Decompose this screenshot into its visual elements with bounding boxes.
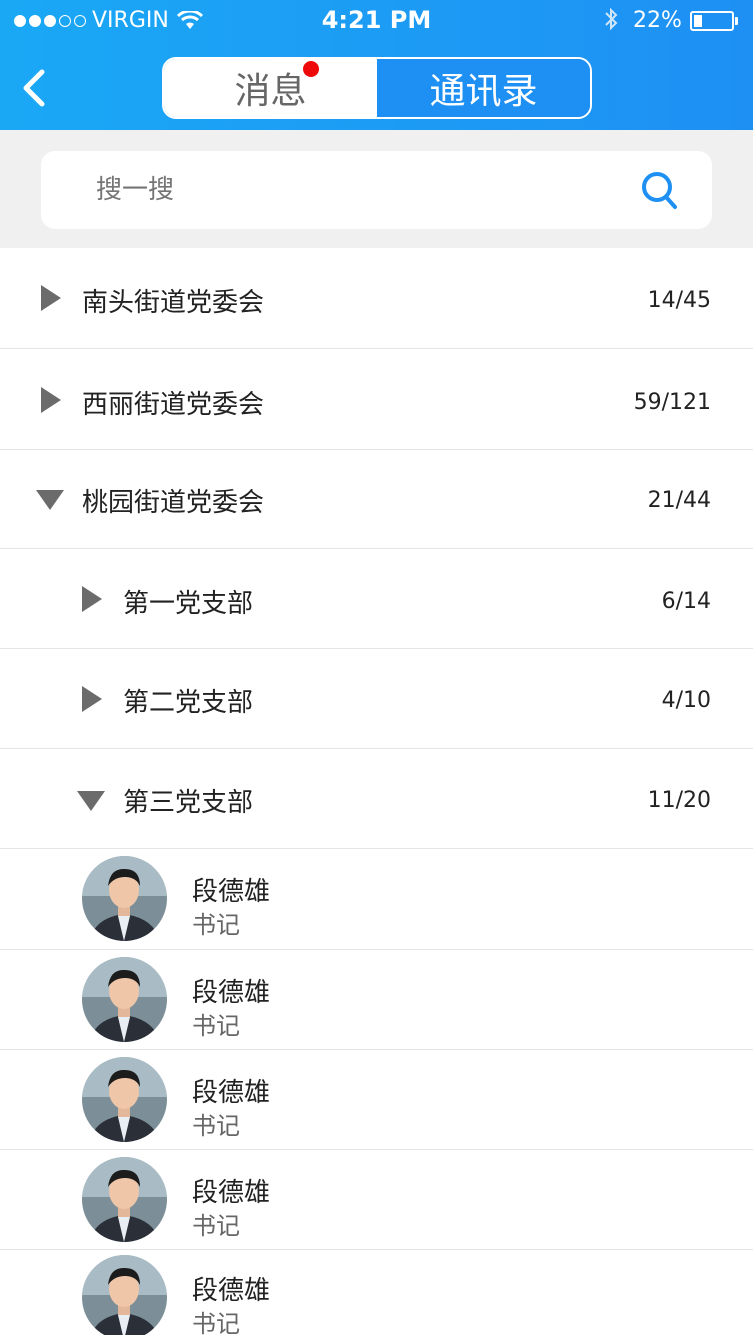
avatar[interactable] <box>82 1255 167 1335</box>
person-avatar-icon <box>82 1157 167 1242</box>
caret-right-icon <box>41 387 61 413</box>
member-name: 段德雄 <box>192 1178 271 1208</box>
branch-row[interactable]: 第一党支部 6/14 <box>0 549 753 649</box>
member-row[interactable]: 段德雄 书记 <box>0 1150 753 1250</box>
branch-count: 4/10 <box>661 688 711 713</box>
group-count: 59/121 <box>633 390 711 415</box>
caret-right-icon <box>82 586 102 612</box>
group-row[interactable]: 桃园街道党委会 21/44 <box>0 450 753 549</box>
avatar[interactable] <box>82 1057 167 1142</box>
branch-count: 6/14 <box>661 589 711 614</box>
search-box <box>41 151 712 229</box>
member-role: 书记 <box>192 1012 240 1040</box>
battery-icon <box>690 11 734 31</box>
contacts-list: 南头街道党委会 14/45 西丽街道党委会 59/121 桃园街道党委会 21/… <box>0 248 753 1335</box>
person-avatar-icon <box>82 856 167 941</box>
branch-count: 11/20 <box>647 788 711 813</box>
branch-title: 第二党支部 <box>123 688 254 718</box>
member-row[interactable]: 段德雄 书记 <box>0 1050 753 1150</box>
bluetooth-icon <box>605 7 618 31</box>
caret-right-icon <box>41 285 61 311</box>
avatar[interactable] <box>82 1157 167 1242</box>
branch-row[interactable]: 第二党支部 4/10 <box>0 649 753 749</box>
branch-row[interactable]: 第三党支部 11/20 <box>0 749 753 849</box>
group-title: 南头街道党委会 <box>82 288 265 318</box>
member-name: 段德雄 <box>192 1078 271 1108</box>
member-name: 段德雄 <box>192 1276 271 1306</box>
tab-contacts[interactable]: 通讯录 <box>377 59 590 117</box>
group-count: 14/45 <box>647 288 711 313</box>
member-row[interactable]: 段德雄 书记 <box>0 950 753 1050</box>
group-title: 西丽街道党委会 <box>82 390 265 420</box>
app-header: VIRGIN 4:21 PM 22% 消息 通讯录 <box>0 0 753 130</box>
search-input[interactable] <box>96 151 616 229</box>
unread-badge <box>303 61 319 77</box>
member-name: 段德雄 <box>192 978 271 1008</box>
person-avatar-icon <box>82 1057 167 1142</box>
search-section <box>0 130 753 248</box>
member-role: 书记 <box>192 1310 240 1335</box>
group-row[interactable]: 西丽街道党委会 59/121 <box>0 349 753 450</box>
caret-down-icon <box>36 490 64 510</box>
member-role: 书记 <box>192 911 240 939</box>
battery-percent: 22% <box>633 8 682 33</box>
avatar[interactable] <box>82 957 167 1042</box>
person-avatar-icon <box>82 1255 167 1335</box>
group-count: 21/44 <box>647 488 711 513</box>
group-title: 桃园街道党委会 <box>82 488 265 518</box>
status-bar: VIRGIN 4:21 PM 22% <box>0 0 753 42</box>
member-row[interactable]: 段德雄 书记 <box>0 849 753 950</box>
caret-right-icon <box>82 686 102 712</box>
branch-title: 第一党支部 <box>123 589 254 619</box>
member-name: 段德雄 <box>192 877 271 907</box>
caret-down-icon <box>77 791 105 811</box>
back-arrow-icon[interactable] <box>18 66 58 110</box>
battery-tip <box>735 17 738 25</box>
member-role: 书记 <box>192 1112 240 1140</box>
avatar[interactable] <box>82 856 167 941</box>
search-icon[interactable] <box>641 171 679 211</box>
member-role: 书记 <box>192 1212 240 1240</box>
person-avatar-icon <box>82 957 167 1042</box>
segmented-tabs: 消息 通讯录 <box>162 57 592 119</box>
member-row[interactable]: 段德雄 书记 <box>0 1250 753 1335</box>
tab-messages[interactable]: 消息 <box>164 59 377 117</box>
group-row[interactable]: 南头街道党委会 14/45 <box>0 248 753 349</box>
branch-title: 第三党支部 <box>123 788 254 818</box>
